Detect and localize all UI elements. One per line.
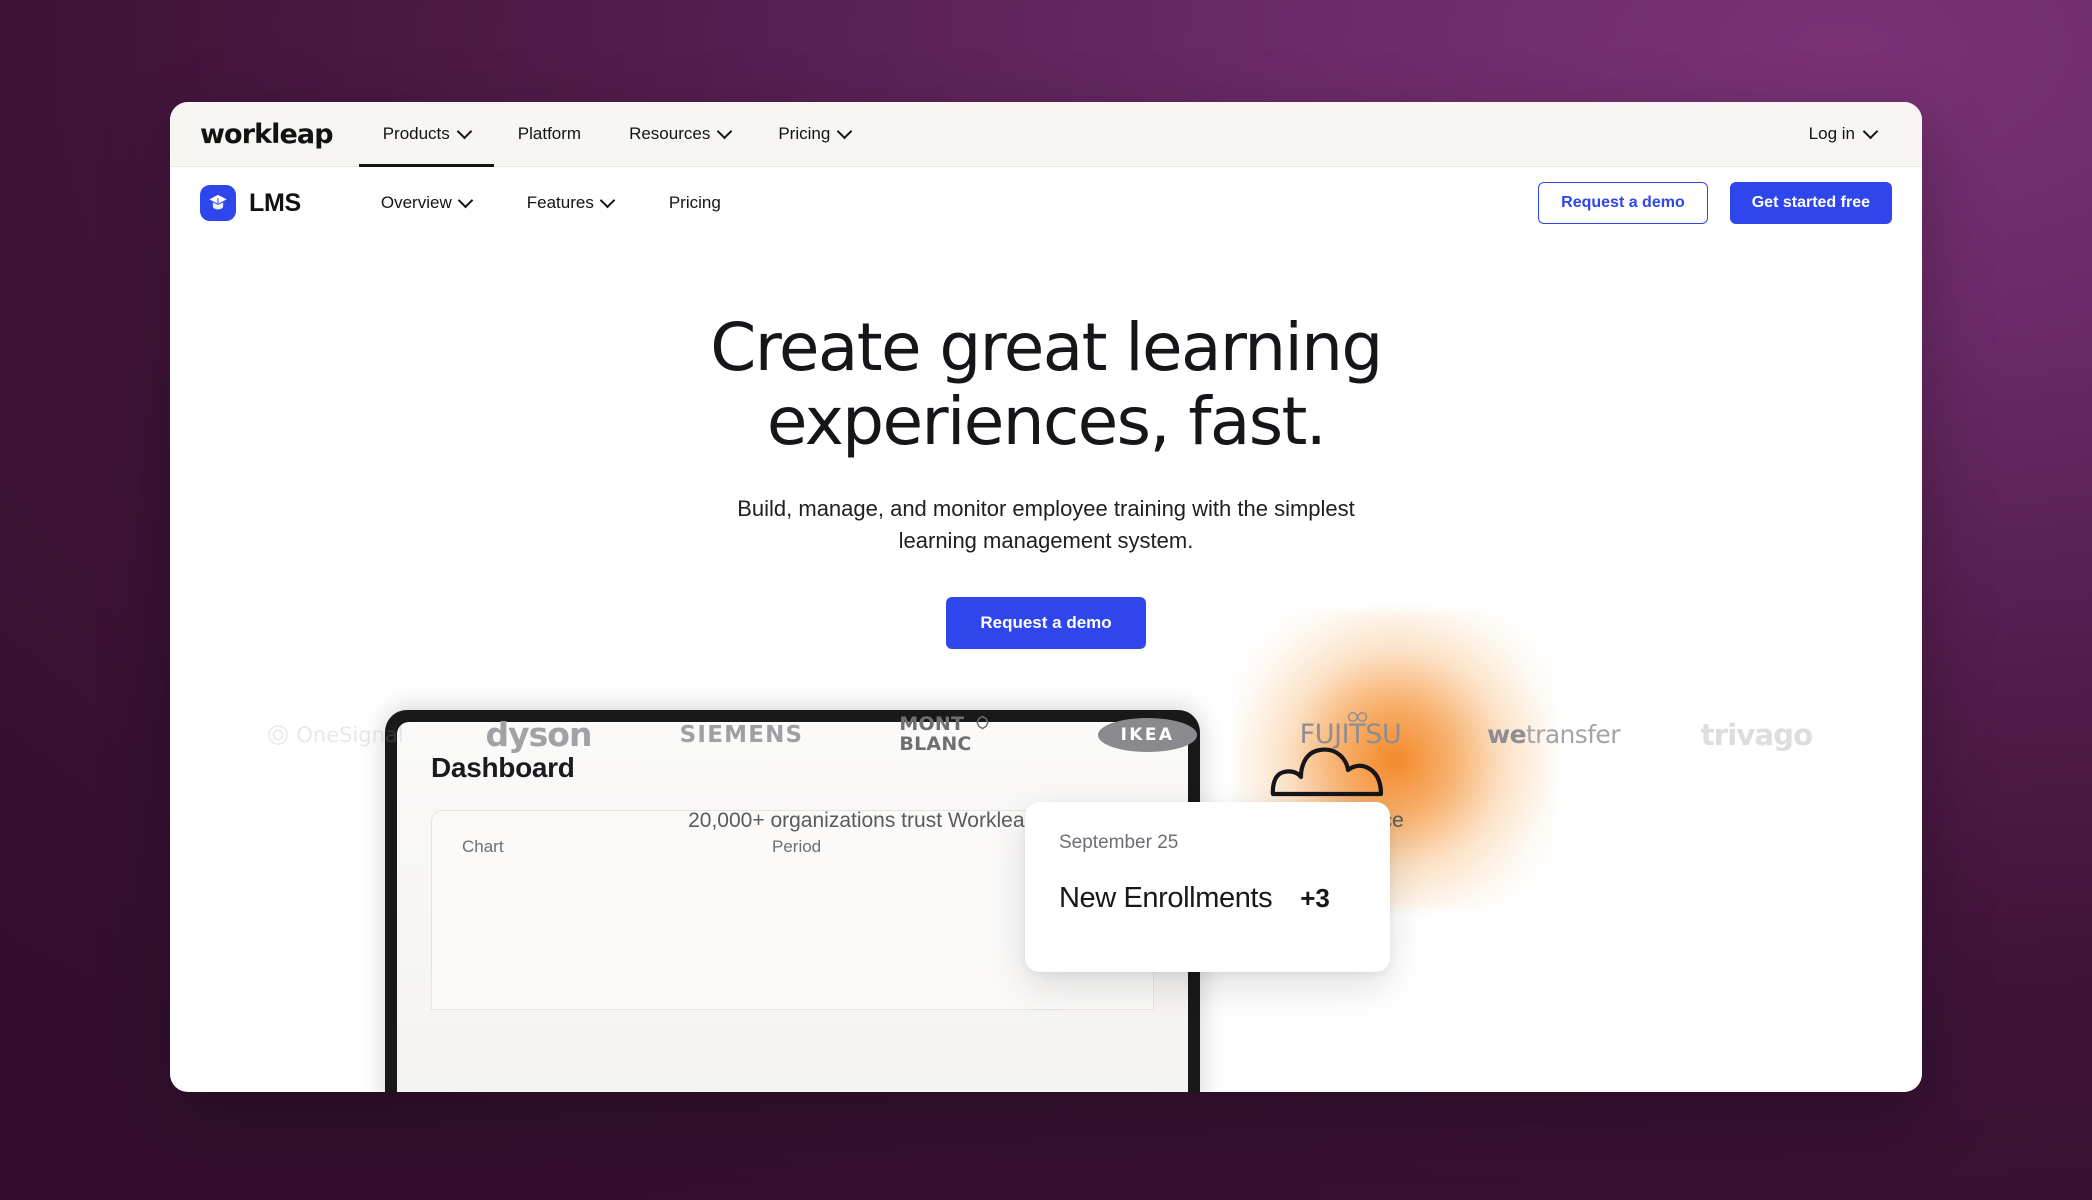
- logo-trivago-text: trivago: [1700, 717, 1813, 752]
- hero-heading-line-2: experiences, fast.: [766, 382, 1327, 460]
- card-delta-badge: +3: [1300, 883, 1330, 913]
- login-menu[interactable]: Log in: [1808, 123, 1922, 144]
- logo-dyson: dyson: [437, 715, 640, 754]
- chevron-down-icon: [1862, 123, 1879, 139]
- global-nav-list: Products Platform Resources Pricing: [358, 102, 875, 167]
- logo-montblanc: MONT BLANC: [843, 715, 1046, 754]
- nav-item-pricing-label: Pricing: [778, 124, 831, 143]
- product-nav-overview-label: Overview: [380, 193, 452, 212]
- new-enrollments-card: September 25 New Enrollments +3: [1025, 802, 1390, 972]
- product-nav-list: Overview Features Pricing: [353, 192, 749, 213]
- nav-item-resources-label: Resources: [629, 124, 711, 143]
- logo-siemens: SIEMENS: [640, 722, 843, 748]
- logo-wetransfer: wetransfer: [1452, 720, 1655, 749]
- logo-wetransfer-rest: transfer: [1525, 720, 1621, 750]
- nav-item-products[interactable]: Products: [358, 102, 494, 167]
- hero-subtitle: Build, manage, and monitor employee trai…: [696, 493, 1396, 557]
- page-title: Create great learning experiences, fast.: [546, 311, 1546, 459]
- product-name-label: LMS: [249, 188, 301, 217]
- product-navigation-bar: LMS Overview Features Pricing Request a …: [170, 167, 1922, 239]
- hero-section: Create great learning experiences, fast.…: [170, 239, 1922, 649]
- nav-item-resources[interactable]: Resources: [605, 102, 754, 167]
- chevron-down-icon: [456, 123, 473, 139]
- dashboard-column-period-label: Period: [772, 837, 822, 856]
- global-navigation-bar: workleap Products Platform Resources Pri…: [170, 102, 1922, 167]
- product-nav-item-overview[interactable]: Overview: [353, 192, 499, 213]
- browser-window-card: workleap Products Platform Resources Pri…: [170, 102, 1922, 1092]
- product-nav-features-label: Features: [526, 193, 594, 212]
- product-nav-actions: Request a demo Get started free: [1538, 182, 1892, 224]
- customer-logo-strip: OneSignal dyson SIEMENS MONT BLANC IKEA: [170, 705, 1922, 765]
- logo-wetransfer-bold: we: [1487, 720, 1526, 750]
- logo-ikea-text: IKEA: [1097, 717, 1198, 752]
- product-nav-pricing-label: Pricing: [668, 193, 721, 212]
- nav-item-products-label: Products: [382, 124, 450, 143]
- hero-heading-line-1: Create great learning: [710, 309, 1383, 386]
- logo-trivago: trivago: [1655, 718, 1858, 752]
- chevron-down-icon: [837, 123, 853, 139]
- card-date-label: September 25: [1059, 832, 1179, 853]
- hero-subtitle-line-1: Build, manage, and monitor employee trai…: [737, 495, 1268, 521]
- request-demo-button[interactable]: Request a demo: [1538, 182, 1708, 224]
- nav-item-platform[interactable]: Platform: [494, 102, 605, 167]
- card-metric-row: New Enrollments +3: [1059, 882, 1356, 915]
- workleap-logo[interactable]: workleap: [186, 119, 359, 150]
- fujitsu-infinity-icon: [1348, 712, 1368, 723]
- logo-dyson-text: dyson: [485, 715, 593, 755]
- dashboard-column-chart-label: Chart: [462, 837, 504, 856]
- chevron-down-icon: [599, 192, 616, 208]
- nav-item-pricing[interactable]: Pricing: [754, 102, 874, 167]
- hero-request-demo-button[interactable]: Request a demo: [946, 596, 1146, 649]
- onesignal-mark-icon: [268, 724, 289, 745]
- logo-onesignal: OneSignal: [234, 723, 437, 747]
- logo-ikea: IKEA: [1046, 717, 1249, 752]
- cloud-icon: [1270, 747, 1384, 797]
- lms-brand[interactable]: LMS: [200, 185, 301, 221]
- logo-montblanc-line-2: BLANC: [899, 732, 972, 755]
- product-nav-item-pricing[interactable]: Pricing: [641, 193, 749, 213]
- logo-onesignal-text: OneSignal: [296, 722, 404, 747]
- get-started-free-button[interactable]: Get started free: [1729, 182, 1892, 224]
- card-metric-label: New Enrollments: [1059, 882, 1273, 914]
- chevron-down-icon: [457, 192, 474, 208]
- login-label: Log in: [1808, 124, 1855, 143]
- product-nav-item-features[interactable]: Features: [499, 192, 641, 213]
- chevron-down-icon: [717, 123, 733, 139]
- logo-siemens-text: SIEMENS: [679, 721, 804, 748]
- graduation-cap-icon: [200, 185, 236, 221]
- montblanc-star-icon: [976, 715, 989, 730]
- nav-item-platform-label: Platform: [517, 124, 582, 143]
